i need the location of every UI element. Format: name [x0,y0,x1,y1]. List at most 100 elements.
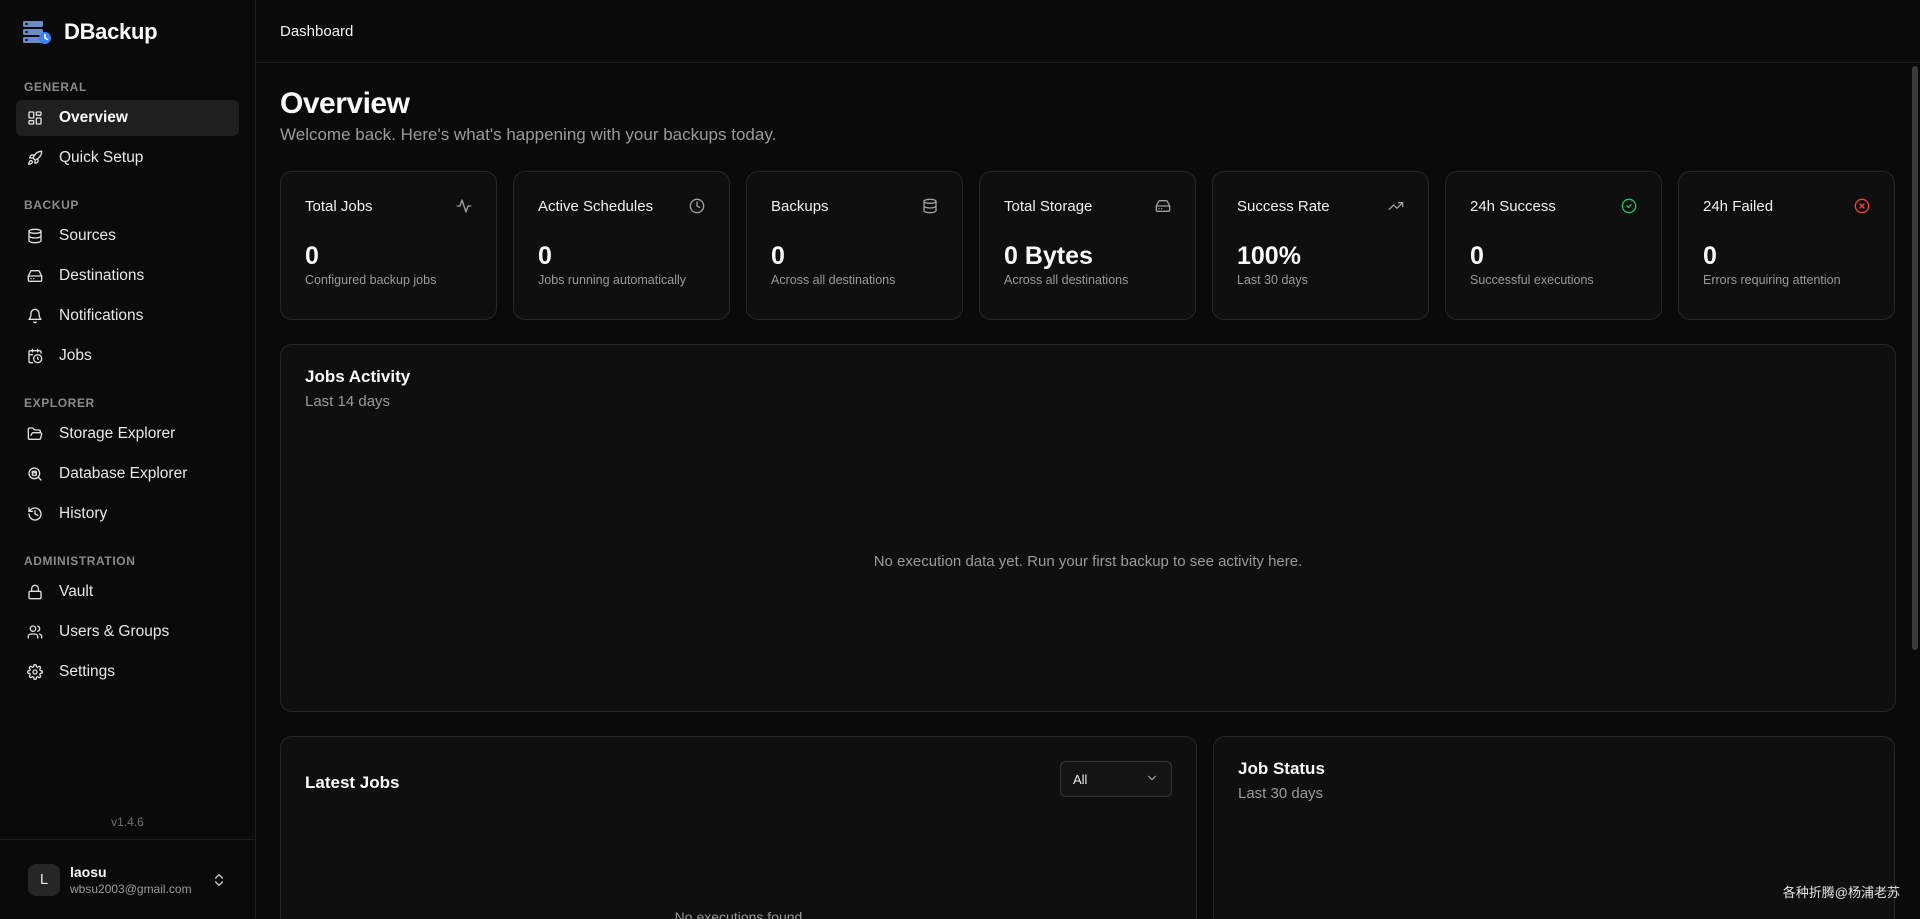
panel-title: Latest Jobs [305,773,400,792]
user-email: wbsu2003@gmail.com [70,881,192,896]
stat-value: 100% [1237,242,1301,270]
sidebar-item-jobs[interactable]: Jobs [16,338,239,374]
history-icon [27,506,43,522]
chevrons-up-down-icon[interactable] [211,872,227,888]
stat-card-active-schedules: Active Schedules 0 Jobs running automati… [513,171,730,320]
latest-jobs-panel: Latest Jobs All No executions found [280,736,1197,919]
brand[interactable]: DBackup [0,0,255,63]
sidebar-item-destinations[interactable]: Destinations [16,258,239,294]
brand-name: DBackup [64,18,158,44]
stat-desc: Configured backup jobs [305,273,437,287]
user-info: laosu wbsu2003@gmail.com [70,864,201,896]
sidebar-item-label: History [59,505,108,522]
select-value: All [1073,771,1088,787]
clock-icon [689,198,705,214]
hard-drive-icon [1155,198,1171,214]
stat-card-24h-success: 24h Success 0 Successful executions [1445,171,1662,320]
folder-open-icon [27,426,43,442]
sidebar-item-label: Settings [59,663,116,680]
layout-dashboard-icon [27,110,43,126]
stat-card-backups: Backups 0 Across all destinations [746,171,963,320]
stat-card-success-rate: Success Rate 100% Last 30 days [1212,171,1429,320]
main: Dashboard Overview Welcome back. Here's … [256,0,1920,919]
user-menu[interactable]: L laosu wbsu2003@gmail.com [0,839,255,919]
nav-group-label-explorer: EXPLORER [24,396,95,410]
sidebar-item-storage-explorer[interactable]: Storage Explorer [16,416,239,452]
stat-card-24h-failed: 24h Failed 0 Errors requiring attention [1678,171,1895,320]
sidebar-item-label: Destinations [59,267,145,284]
sidebar-item-label: Database Explorer [59,465,188,482]
chevron-down-icon [1145,771,1159,788]
jobs-activity-panel: Jobs Activity Last 14 days No execution … [280,344,1896,712]
stat-value: 0 [1703,242,1717,270]
stat-desc: Jobs running automatically [538,273,686,287]
stat-value: 0 [538,242,552,270]
activity-icon [456,198,472,214]
watermark: 各种折腾@杨浦老苏 [1782,885,1900,900]
stat-label: Backups [771,197,829,215]
empty-state-text: No execution data yet. Run your first ba… [873,553,1303,570]
sidebar-item-database-explorer[interactable]: Database Explorer [16,456,239,492]
database-search-icon [27,466,43,482]
dbackup-logo-icon [22,19,52,45]
calendar-clock-icon [27,348,43,364]
bell-icon [27,308,43,324]
stat-label: 24h Failed [1703,197,1774,215]
panel-subtitle: Last 14 days [305,393,391,410]
sidebar-item-quick-setup[interactable]: Quick Setup [16,140,239,176]
breadcrumb[interactable]: Dashboard [280,23,353,40]
sidebar-item-vault[interactable]: Vault [16,574,239,610]
x-circle-icon [1854,198,1870,214]
trending-up-icon [1388,198,1404,214]
avatar: L [28,863,60,896]
check-circle-icon [1621,198,1637,214]
stat-label: 24h Success [1470,197,1556,215]
empty-state-text: No executions found [674,909,803,919]
stat-desc: Last 30 days [1237,273,1308,287]
panel-subtitle: Last 30 days [1238,785,1324,802]
sidebar-item-history[interactable]: History [16,496,239,532]
topbar: Dashboard [256,0,1920,63]
sidebar-item-label: Notifications [59,307,144,324]
bottom-row: Latest Jobs All No executions found Job … [280,736,1896,919]
status-filter-select[interactable]: All [1060,761,1172,797]
hard-drive-icon [27,268,43,284]
lock-icon [27,584,43,600]
nav-group-label-general: GENERAL [24,80,87,94]
stat-card-total-storage: Total Storage 0 Bytes Across all destina… [979,171,1196,320]
sidebar-item-label: Jobs [59,347,92,364]
app-root: DBackup GENERAL Overview Quick Setup BAC… [0,0,1920,919]
users-icon [27,624,43,640]
page-title: Overview [280,87,410,120]
sidebar-nav: GENERAL Overview Quick Setup BACKUP Sour… [0,63,255,807]
sidebar-item-label: Vault [59,583,94,600]
sidebar-item-overview[interactable]: Overview [16,100,239,136]
stat-value: 0 [771,242,785,270]
rocket-icon [27,150,43,166]
sidebar-item-sources[interactable]: Sources [16,218,239,254]
panel-title: Jobs Activity [305,367,411,386]
stat-value: 0 Bytes [1004,242,1093,270]
user-name: laosu [70,863,107,880]
stat-card-total-jobs: Total Jobs 0 Configured backup jobs [280,171,497,320]
stat-label: Active Schedules [538,197,654,215]
stat-label: Total Storage [1004,197,1093,215]
settings-icon [27,664,43,680]
stat-label: Success Rate [1237,197,1330,215]
stat-label: Total Jobs [305,197,373,215]
sidebar-item-notifications[interactable]: Notifications [16,298,239,334]
sidebar-item-users-groups[interactable]: Users & Groups [16,614,239,650]
stat-desc: Across all destinations [771,273,896,287]
sidebar-item-label: Quick Setup [59,149,144,166]
nav-group-label-administration: ADMINISTRATION [24,554,136,568]
nav-group-label-backup: BACKUP [24,198,79,212]
stats-row: Total Jobs 0 Configured backup jobs Acti… [280,171,1896,320]
sidebar-item-label: Storage Explorer [59,425,176,442]
stat-desc: Errors requiring attention [1703,273,1841,287]
sidebar-item-settings[interactable]: Settings [16,654,239,690]
stat-desc: Successful executions [1470,273,1594,287]
app-version: v1.4.6 [111,815,144,829]
database-icon [27,228,43,244]
scrollbar-thumb[interactable] [1912,66,1918,650]
panel-title: Job Status [1238,759,1325,778]
